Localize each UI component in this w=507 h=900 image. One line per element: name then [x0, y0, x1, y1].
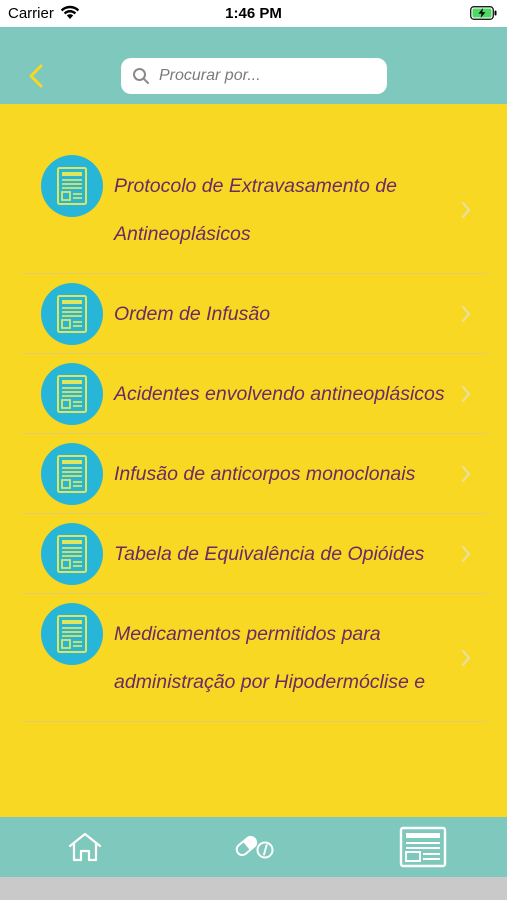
list-item-label: Medicamentos permitidos para administraç… — [114, 623, 426, 693]
document-icon — [41, 363, 103, 425]
document-icon — [41, 443, 103, 505]
battery-charging-icon — [470, 6, 497, 20]
search-icon — [133, 68, 149, 84]
home-indicator-area — [0, 877, 507, 900]
list-item[interactable]: Protocolo de Extravasamento de Antineopl… — [22, 146, 487, 274]
list-item-label: Acidentes envolvendo antineoplásicos — [114, 383, 445, 405]
search-input[interactable] — [159, 58, 379, 94]
chevron-right-icon — [461, 305, 471, 322]
list-item-label: Protocolo de Extravasamento de Antineopl… — [114, 175, 397, 245]
list-item-text: Protocolo de Extravasamento de Antineopl… — [22, 146, 487, 273]
pills-info-icon — [235, 835, 273, 859]
tab-medications[interactable] — [169, 817, 338, 877]
protocol-list-screen: Protocolo de Extravasamento de Antineopl… — [0, 104, 507, 817]
list-item-text: Ordem de Infusão — [22, 274, 487, 353]
chevron-right-icon — [461, 385, 471, 402]
tab-bar — [0, 817, 507, 877]
list-item-label: Infusão de anticorpos monoclonais — [114, 463, 416, 485]
list-item-label: Tabela de Equivalência de Opióides — [114, 543, 425, 565]
list-item-text: Acidentes envolvendo antineoplásicos — [22, 354, 487, 433]
list-item[interactable]: Tabela de Equivalência de Opióides — [22, 514, 487, 594]
protocol-document-icon — [399, 826, 446, 868]
document-icon — [41, 283, 103, 345]
protocol-list: Protocolo de Extravasamento de Antineopl… — [0, 146, 507, 722]
status-bar: Carrier 1:46 PM — [0, 0, 507, 27]
home-icon — [68, 832, 101, 862]
document-icon — [41, 603, 103, 665]
navigation-bar — [0, 27, 507, 104]
tab-home[interactable] — [0, 817, 169, 877]
document-icon — [41, 155, 103, 217]
search-bar[interactable] — [121, 58, 387, 94]
list-item[interactable]: Medicamentos permitidos para administraç… — [22, 594, 487, 722]
list-item[interactable]: Infusão de anticorpos monoclonais — [22, 434, 487, 514]
document-icon — [41, 523, 103, 585]
clock: 1:46 PM — [225, 5, 282, 22]
list-item-label: Ordem de Infusão — [114, 303, 271, 325]
list-item-text: Medicamentos permitidos para administraç… — [22, 594, 487, 721]
back-button[interactable] — [22, 61, 52, 91]
list-item-text: Infusão de anticorpos monoclonais — [22, 434, 487, 513]
chevron-right-icon — [461, 201, 471, 218]
chevron-right-icon — [461, 465, 471, 482]
chevron-right-icon — [461, 649, 471, 666]
chevron-right-icon — [461, 545, 471, 562]
list-item-text: Tabela de Equivalência de Opióides — [22, 514, 487, 593]
list-item[interactable]: Ordem de Infusão — [22, 274, 487, 354]
list-item[interactable]: Acidentes envolvendo antineoplásicos — [22, 354, 487, 434]
tab-protocols[interactable] — [338, 817, 507, 877]
